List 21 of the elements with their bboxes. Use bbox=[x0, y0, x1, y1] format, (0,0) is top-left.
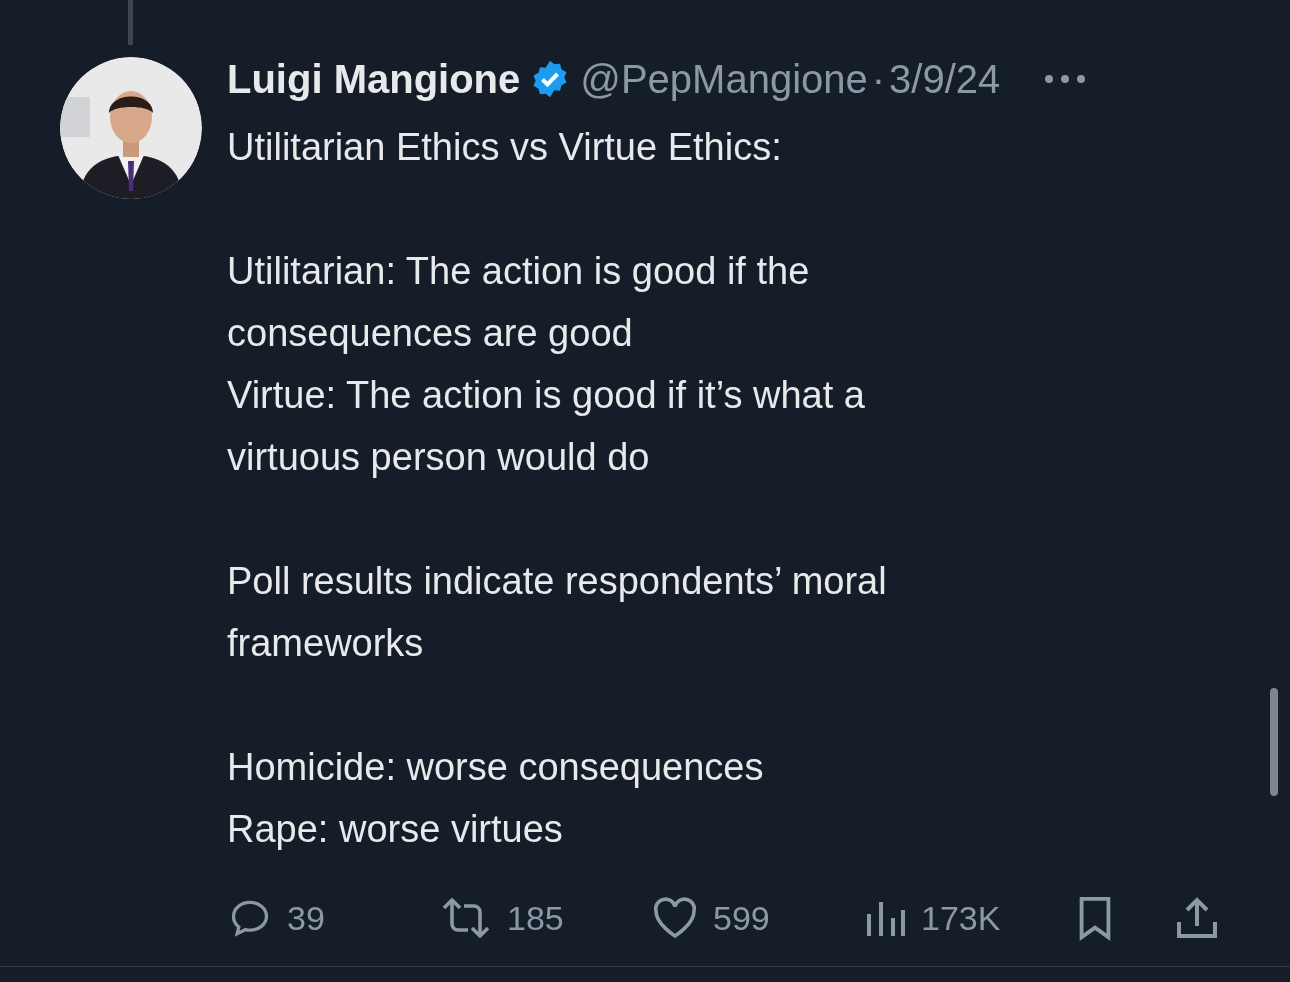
author-handle[interactable]: @PepMangione bbox=[580, 56, 868, 102]
author-name[interactable]: Luigi Mangione bbox=[227, 56, 521, 102]
reply-count: 39 bbox=[287, 898, 325, 938]
separator-dot: · bbox=[871, 56, 886, 102]
scrollbar[interactable] bbox=[1270, 688, 1278, 796]
post-text-line: Virtue: The action is good if it’s what a bbox=[227, 373, 865, 418]
post-text-line: Homicide: worse consequences bbox=[227, 745, 764, 790]
post-text-line: Rape: worse virtues bbox=[227, 807, 563, 852]
views-count: 173K bbox=[921, 898, 1001, 938]
heart-icon[interactable] bbox=[651, 896, 699, 940]
post-text-line: Utilitarian: The action is good if the bbox=[227, 249, 810, 294]
post-text-line: virtuous person would do bbox=[227, 435, 650, 480]
retweet-count: 185 bbox=[507, 898, 564, 938]
post-text-line: Poll results indicate respondents’ moral bbox=[227, 559, 887, 604]
post-text-line: frameworks bbox=[227, 621, 424, 666]
post-text-line: Utilitarian Ethics vs Virtue Ethics: bbox=[227, 125, 782, 170]
like-count: 599 bbox=[713, 898, 770, 938]
post-text-line: consequences are good bbox=[227, 311, 633, 356]
share-icon[interactable] bbox=[1175, 896, 1219, 940]
post-date[interactable]: 3/9/24 bbox=[889, 56, 1001, 102]
more-icon[interactable] bbox=[1044, 74, 1087, 84]
